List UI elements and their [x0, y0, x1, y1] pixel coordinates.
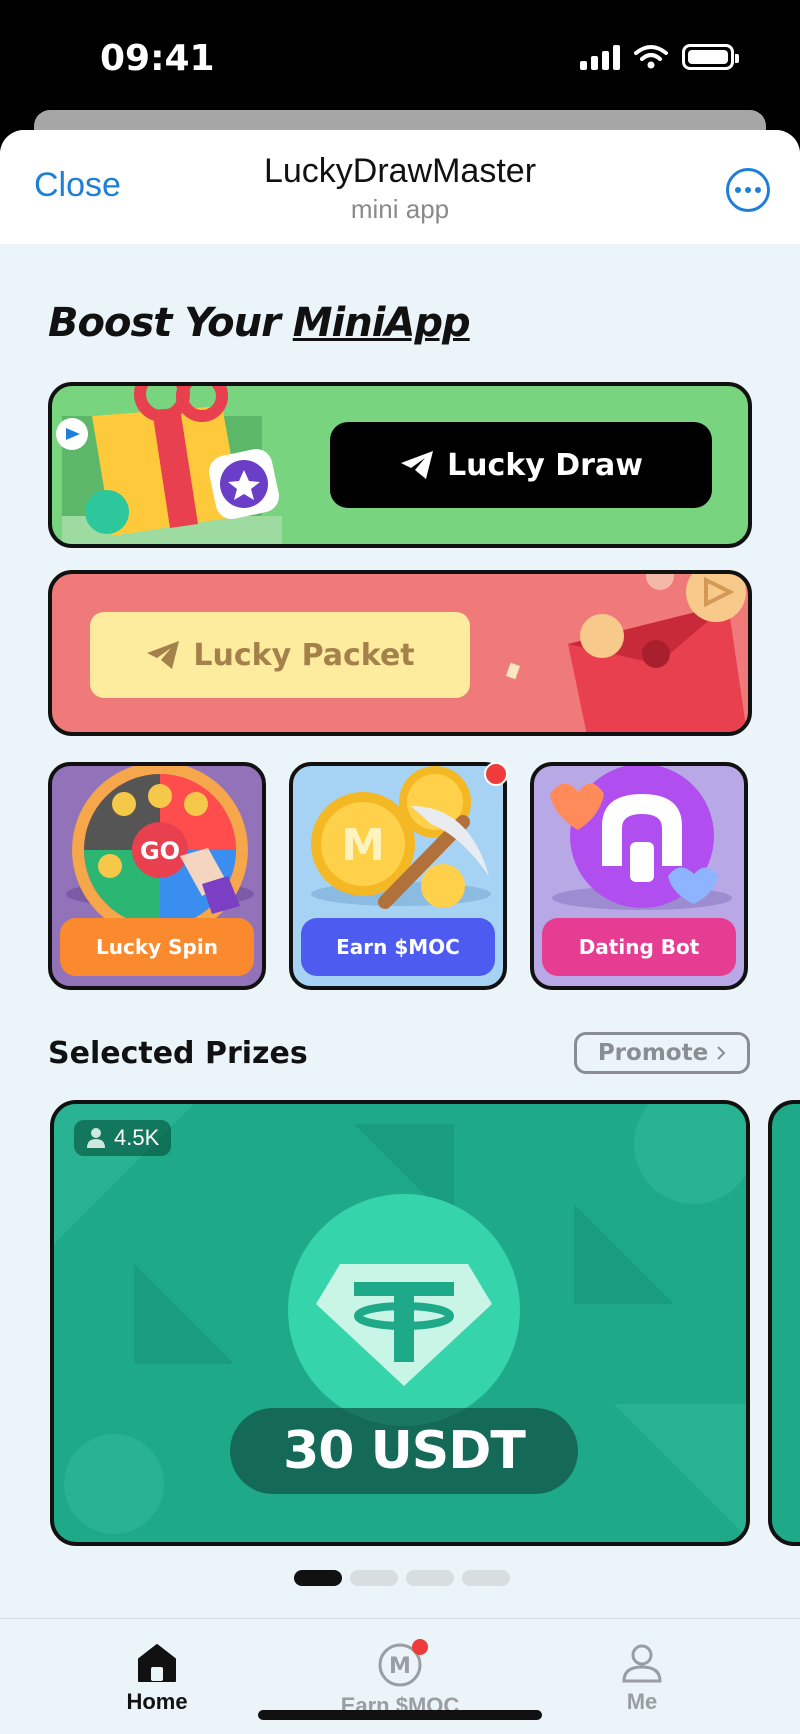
pagination-dot-active[interactable] [294, 1570, 342, 1586]
svg-text:M: M [389, 1654, 411, 1679]
red-envelope-icon [505, 574, 747, 732]
lucky-spin-button[interactable]: Lucky Spin [60, 918, 254, 976]
tab-me-label: Me [626, 1689, 658, 1714]
lucky-draw-button[interactable]: Lucky Draw [330, 422, 712, 508]
notification-badge [484, 762, 508, 786]
pagination-dot[interactable] [406, 1570, 454, 1586]
lucky-packet-banner[interactable]: Lucky Packet [48, 570, 752, 736]
tab-home[interactable]: Home [77, 1641, 237, 1715]
chevron-right-icon [717, 1046, 726, 1060]
spin-wheel-icon: GO [66, 766, 254, 926]
tab-home-label: Home [126, 1689, 188, 1714]
prize-label: 30 USDT [230, 1408, 578, 1494]
app-title: LuckyDrawMaster [263, 152, 537, 190]
heading-prefix: Boost Your [48, 300, 281, 346]
spin-wheel-go-text: GO [140, 837, 180, 865]
promote-label: Promote [597, 1040, 709, 1066]
app-subtitle: mini app [350, 194, 450, 224]
mini-app-header: Close LuckyDrawMaster mini app [0, 130, 800, 244]
viewers-badge: 4.5K [74, 1120, 172, 1156]
viewers-count: 4.5K [114, 1125, 160, 1150]
wifi-icon [634, 45, 668, 69]
lucky-packet-label: Lucky Packet [193, 637, 415, 673]
lucky-spin-tile[interactable]: GO Lucky Spin [48, 762, 266, 990]
mini-app-sheet: Close LuckyDrawMaster mini app Boost You… [0, 130, 800, 1734]
page-heading: Boost Your MiniApp [48, 300, 471, 346]
dating-bot-logo-icon [550, 766, 732, 910]
home-indicator[interactable] [258, 1710, 542, 1720]
pagination-dot[interactable] [350, 1570, 398, 1586]
telegram-plane-icon [401, 451, 434, 479]
tab-notification-badge [412, 1639, 428, 1655]
moc-coin-letter: M [341, 820, 385, 871]
status-bar: 09:41 [0, 0, 800, 110]
cellular-signal-icon [580, 44, 620, 70]
tab-earn-moc[interactable]: M Earn $MOC [320, 1639, 480, 1719]
next-prize-card[interactable] [768, 1100, 800, 1546]
home-icon [138, 1644, 176, 1682]
gift-box-icon [56, 386, 282, 544]
pagination-dot[interactable] [462, 1570, 510, 1586]
earn-moc-button[interactable]: Earn $MOC [301, 918, 495, 976]
carousel-pagination [294, 1570, 510, 1586]
battery-icon [682, 44, 739, 70]
promote-button[interactable]: Promote [574, 1032, 750, 1074]
tab-me[interactable]: Me [562, 1641, 722, 1715]
user-icon [87, 1128, 105, 1148]
earn-moc-tile[interactable]: M Earn $MOC [289, 762, 507, 990]
prize-card[interactable]: 4.5K 30 USDT [50, 1100, 750, 1546]
lucky-packet-button[interactable]: Lucky Packet [90, 612, 470, 698]
lucky-draw-label: Lucky Draw [447, 447, 643, 483]
dating-bot-tile[interactable]: Dating Bot [530, 762, 748, 990]
profile-icon [622, 1644, 662, 1683]
status-time: 09:41 [100, 38, 215, 79]
more-options-button[interactable] [726, 168, 770, 212]
telegram-plane-icon [147, 641, 180, 669]
status-icons [580, 44, 739, 70]
heading-emphasis: MiniApp [292, 300, 471, 346]
selected-prizes-title: Selected Prizes [48, 1036, 308, 1071]
lucky-draw-banner[interactable]: Lucky Draw [48, 382, 752, 548]
moc-coins-icon: M [311, 766, 491, 909]
dating-bot-button[interactable]: Dating Bot [542, 918, 736, 976]
